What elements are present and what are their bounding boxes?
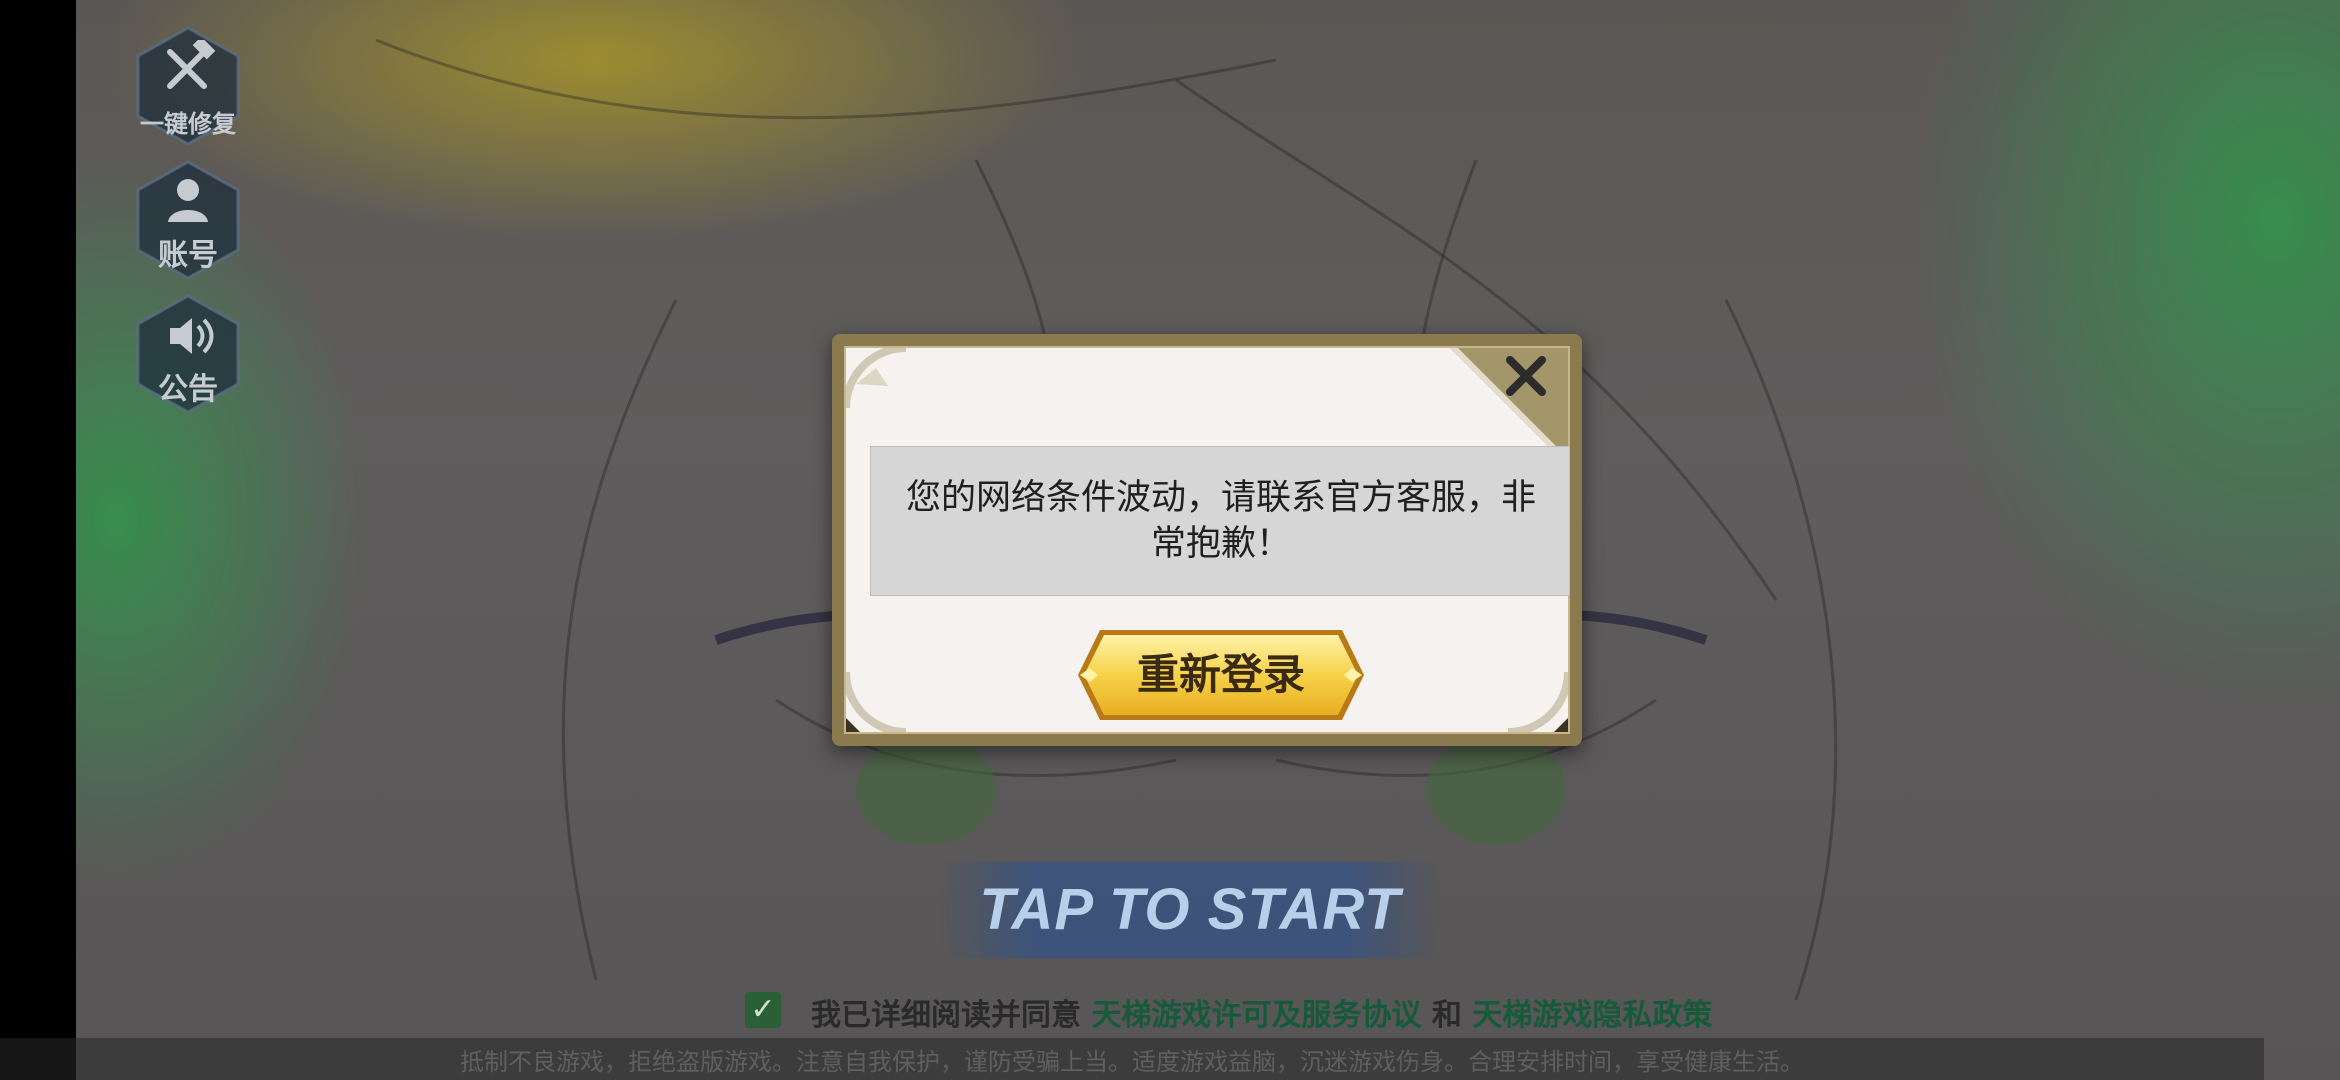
side-button-label: 一键修复	[140, 110, 236, 138]
agreement-joiner: 和	[1431, 998, 1462, 1033]
repair-tools-icon	[167, 40, 216, 89]
one-click-repair-button[interactable]: 一键修复	[134, 26, 242, 146]
health-notice: 抵制不良游戏，拒绝盗版游戏。注意自我保护，谨防受骗上当。适度游戏益脑，沉迷游戏伤…	[460, 1048, 1804, 1076]
service-agreement-link[interactable]: 天梯游戏许可及服务协议	[1091, 998, 1421, 1033]
privacy-policy-link[interactable]: 天梯游戏隐私政策	[1472, 998, 1712, 1033]
tap-to-start[interactable]: TAP TO START	[940, 862, 1440, 958]
corner-ornament	[1507, 671, 1568, 732]
message-box: 您的网络条件波动，请联系官方客服，非常抱歉！	[870, 446, 1570, 596]
corner-ornament	[846, 671, 907, 732]
agreement-checkbox[interactable]: ✓	[745, 992, 781, 1028]
user-icon	[168, 179, 208, 222]
side-button-label: 账号	[158, 238, 218, 273]
error-message: 您的网络条件波动，请联系官方客服，非常抱歉！	[905, 478, 1536, 564]
relogin-button[interactable]: 重新登录	[1076, 628, 1366, 722]
account-button[interactable]: 账号	[134, 160, 242, 280]
side-button-label: 公告	[158, 372, 218, 407]
speaker-icon	[170, 318, 214, 354]
agreement-text: 我已详细阅读并同意 天梯游戏许可及服务协议 和 天梯游戏隐私政策	[811, 990, 1712, 1034]
agreement-prefix: 我已详细阅读并同意	[811, 998, 1081, 1033]
announcement-button[interactable]: 公告	[134, 294, 242, 414]
relogin-label: 重新登录	[1136, 650, 1305, 699]
corner-ornament	[846, 348, 907, 409]
agreement-row: ✓ 我已详细阅读并同意 天梯游戏许可及服务协议 和 天梯游戏隐私政策	[745, 988, 1745, 1034]
dialog-panel: 您的网络条件波动，请联系官方客服，非常抱歉！ 重新登录	[844, 346, 1570, 734]
network-error-dialog: 您的网络条件波动，请联系官方客服，非常抱歉！ 重新登录	[832, 334, 1582, 746]
